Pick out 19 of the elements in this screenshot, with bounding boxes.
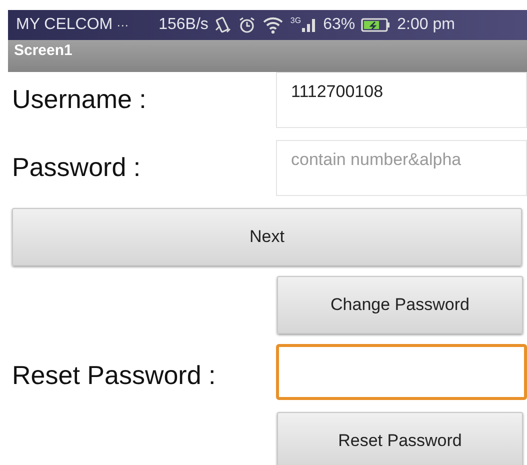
input-field[interactable]: 1112700108	[276, 72, 527, 128]
action-button[interactable]: Reset Password	[277, 412, 523, 465]
alarm-icon	[238, 16, 256, 34]
signal-icon	[301, 17, 318, 33]
field-label: Reset Password :	[11, 359, 217, 391]
battery-percent: 63%	[323, 16, 356, 34]
field-label: Password :	[11, 151, 142, 183]
action-button[interactable]: Change Password	[277, 276, 523, 334]
input-field[interactable]	[276, 344, 527, 400]
clock-time: 2:00 pm	[397, 16, 455, 34]
network-speed: 156B/s	[158, 16, 208, 34]
next-button[interactable]: Next	[12, 208, 522, 266]
wifi-icon	[262, 16, 284, 34]
network-type: 3G	[290, 17, 302, 25]
vibrate-icon	[214, 16, 232, 34]
carrier-name: MY CELCOM	[16, 16, 113, 34]
more-indicator: ···	[116, 18, 129, 32]
screen-title: Screen1	[14, 42, 72, 60]
field-label: Username :	[11, 83, 148, 115]
